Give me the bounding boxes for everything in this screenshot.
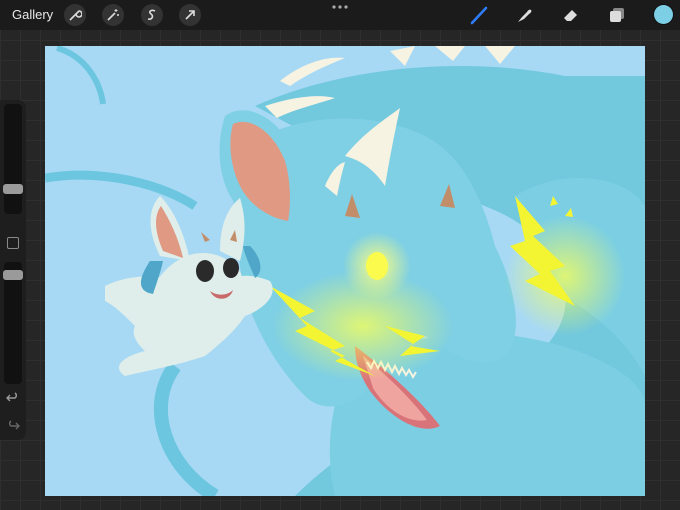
- artwork: [45, 46, 645, 496]
- selection-icon[interactable]: [141, 4, 163, 26]
- drawing-canvas[interactable]: [45, 46, 645, 496]
- more-options-icon[interactable]: [331, 2, 349, 12]
- opacity-thumb[interactable]: [3, 270, 23, 280]
- gallery-button[interactable]: Gallery: [12, 7, 53, 22]
- redo-icon[interactable]: [6, 420, 20, 432]
- top-toolbar: Gallery: [0, 0, 680, 30]
- left-sidebar: [0, 100, 26, 440]
- color-picker-swatch[interactable]: [654, 5, 673, 24]
- opacity-slider[interactable]: [4, 262, 22, 384]
- undo-icon[interactable]: [6, 392, 20, 404]
- brush-size-thumb[interactable]: [3, 184, 23, 194]
- magic-wand-icon[interactable]: [102, 4, 124, 26]
- brush-icon[interactable]: [468, 4, 490, 26]
- transform-arrow-icon[interactable]: [179, 4, 201, 26]
- smudge-icon[interactable]: [513, 4, 535, 26]
- brush-size-slider[interactable]: [4, 104, 22, 214]
- layers-icon[interactable]: [606, 4, 628, 26]
- wrench-icon[interactable]: [64, 4, 86, 26]
- modify-button[interactable]: [7, 237, 19, 249]
- eraser-icon[interactable]: [560, 4, 582, 26]
